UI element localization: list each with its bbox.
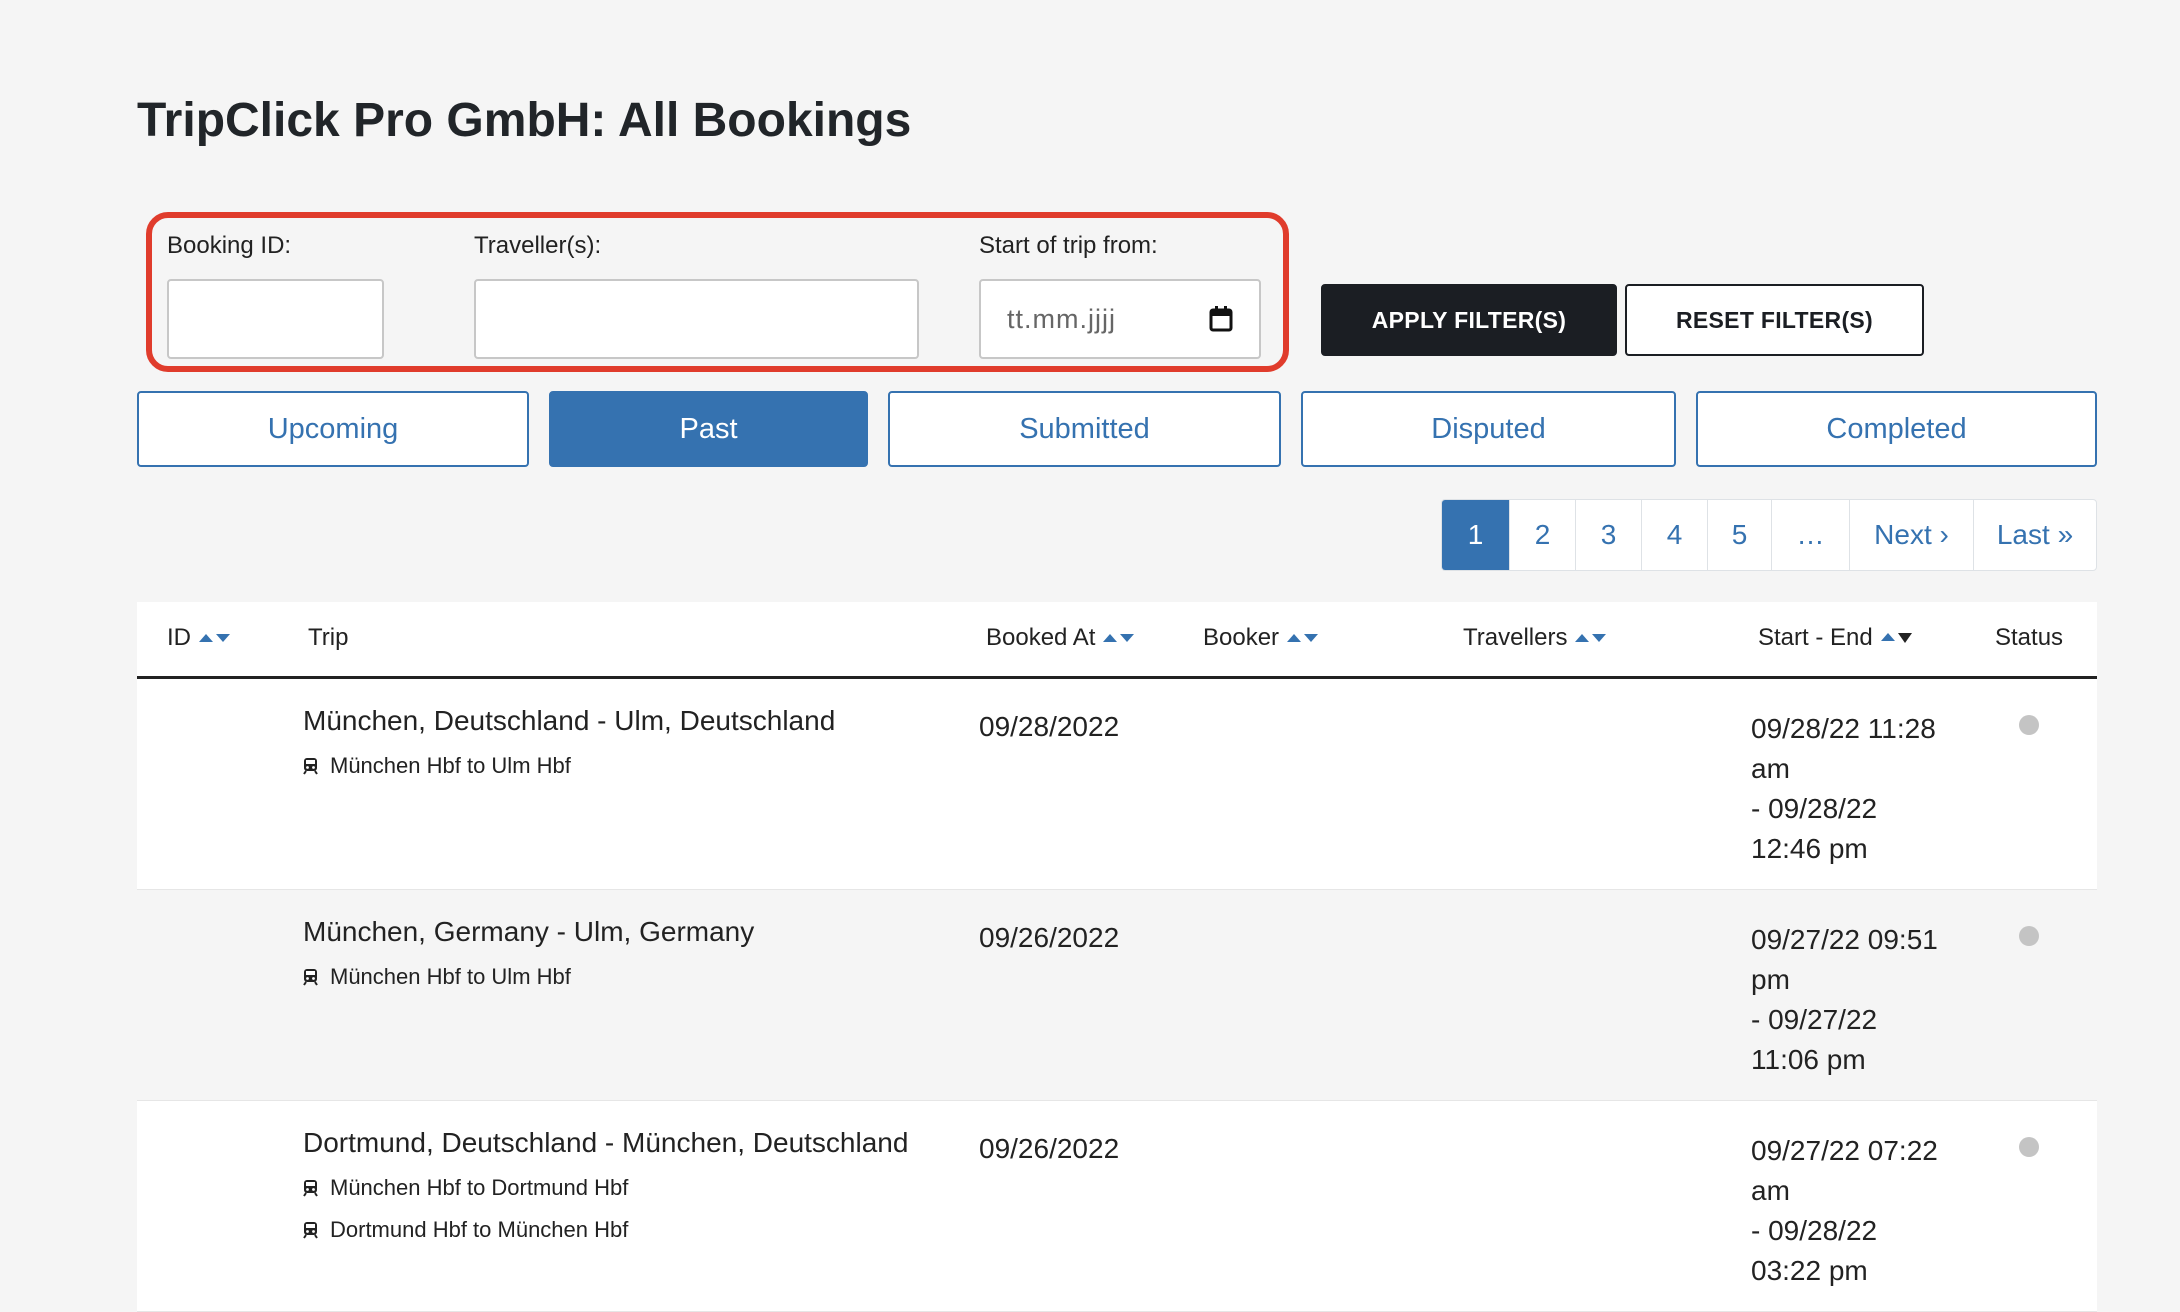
booked-at-cell: 09/28/2022 [979,711,1120,742]
sort-icon[interactable] [1287,634,1319,642]
range-line: am [1751,1175,1790,1206]
range-line: 11:06 pm [1751,1044,1866,1075]
tab-past[interactable]: Past [549,391,868,467]
header-booker-label: Booker [1203,624,1280,651]
range-line: 03:22 pm [1751,1255,1868,1286]
bookings-table: ID Trip Booked At Booker Travellers Star… [137,602,2097,1312]
header-status-label: Status [1995,624,2064,651]
next-page-link[interactable]: Next › [1849,500,1973,570]
travellers-label: Traveller(s): [474,232,602,259]
reset-filters-button[interactable]: RESET FILTER(S) [1625,284,1924,356]
last-page-link[interactable]: Last » [1973,500,2096,570]
page-link-2[interactable]: 2 [1509,500,1575,570]
trip-segment: Dortmund Hbf to München Hbf [303,1217,628,1243]
segment-label: München Hbf to Ulm Hbf [330,753,571,778]
page-link-4[interactable]: 4 [1641,500,1707,570]
travellers-input[interactable] [474,279,919,359]
range-line: pm [1751,964,1790,995]
train-icon [303,1222,318,1239]
start-end-cell: 09/28/22 11:28 am - 09/28/22 12:46 pm [1751,709,1951,869]
trip-title[interactable]: München, Deutschland - Ulm, Deutschland [303,705,835,737]
start-end-cell: 09/27/22 07:22 am - 09/28/22 03:22 pm [1751,1131,1951,1291]
tab-submitted[interactable]: Submitted [888,391,1281,467]
header-travellers[interactable]: Travellers [1463,624,1607,652]
page-title: TripClick Pro GmbH: All Bookings [137,94,912,147]
status-indicator [2019,1137,2039,1157]
trip-segment: München Hbf to Dortmund Hbf [303,1175,628,1201]
start-end-cell: 09/27/22 09:51 pm - 09/27/22 11:06 pm [1751,920,1951,1080]
header-id-label: ID [167,624,191,651]
header-id[interactable]: ID [167,624,230,652]
train-icon [303,969,318,986]
segment-label: Dortmund Hbf to München Hbf [330,1217,629,1242]
trip-title[interactable]: Dortmund, Deutschland - München, Deutsch… [303,1127,908,1159]
range-line: 09/27/22 07:22 [1751,1135,1938,1166]
range-line: - 09/28/22 [1751,793,1878,824]
segment-label: München Hbf to Dortmund Hbf [330,1175,629,1200]
booking-id-label: Booking ID: [167,232,292,259]
range-line: - 09/28/22 [1751,1215,1878,1246]
trip-segment: München Hbf to Ulm Hbf [303,964,571,990]
range-line: am [1751,753,1790,784]
start-of-trip-date-input[interactable]: tt.mm.jjjj [979,279,1261,359]
table-row[interactable]: Dortmund, Deutschland - München, Deutsch… [137,1101,2097,1312]
booking-id-input[interactable] [167,279,384,359]
trip-title[interactable]: München, Germany - Ulm, Germany [303,916,754,948]
table-row[interactable]: München, Germany - Ulm, Germany München … [137,890,2097,1101]
header-booked-at[interactable]: Booked At [986,624,1135,652]
date-placeholder: tt.mm.jjjj [1007,303,1116,334]
table-row[interactable]: München, Deutschland - Ulm, Deutschland … [137,679,2097,890]
sort-icon[interactable] [1575,634,1607,642]
train-icon [303,1180,318,1197]
tab-completed[interactable]: Completed [1696,391,2097,467]
segment-label: München Hbf to Ulm Hbf [330,964,571,989]
page-link-3[interactable]: 3 [1575,500,1641,570]
range-line: - 09/27/22 [1751,1004,1878,1035]
range-line: 12:46 pm [1751,833,1868,864]
header-booker[interactable]: Booker [1203,624,1319,652]
status-indicator [2019,715,2039,735]
header-start-end[interactable]: Start - End [1758,624,1912,652]
range-line: 09/28/22 11:28 [1751,713,1936,744]
header-booked-at-label: Booked At [986,624,1096,651]
sort-icon[interactable] [1103,634,1135,642]
header-travellers-label: Travellers [1463,624,1568,651]
header-trip: Trip [308,624,348,652]
apply-filters-button[interactable]: APPLY FILTER(S) [1321,284,1617,356]
header-trip-label: Trip [308,624,349,651]
range-line: 09/27/22 09:51 [1751,924,1938,955]
pagination: 1 2 3 4 5 … Next › Last » [1441,499,2097,571]
booked-at-cell: 09/26/2022 [979,1133,1120,1164]
booked-at-cell: 09/26/2022 [979,922,1120,953]
header-status: Status [1995,624,2063,652]
train-icon [303,758,318,775]
header-start-end-label: Start - End [1758,624,1873,651]
start-of-trip-label: Start of trip from: [979,232,1158,259]
page-link-1[interactable]: 1 [1442,500,1509,570]
trip-segment: München Hbf to Ulm Hbf [303,753,571,779]
tab-upcoming[interactable]: Upcoming [137,391,529,467]
tab-disputed[interactable]: Disputed [1301,391,1676,467]
page-ellipsis: … [1771,500,1849,570]
page-link-5[interactable]: 5 [1707,500,1771,570]
sort-icon[interactable] [199,634,230,642]
sort-icon[interactable] [1880,633,1912,643]
status-indicator [2019,926,2039,946]
calendar-icon[interactable] [1209,306,1233,332]
table-header: ID Trip Booked At Booker Travellers Star… [137,602,2097,679]
